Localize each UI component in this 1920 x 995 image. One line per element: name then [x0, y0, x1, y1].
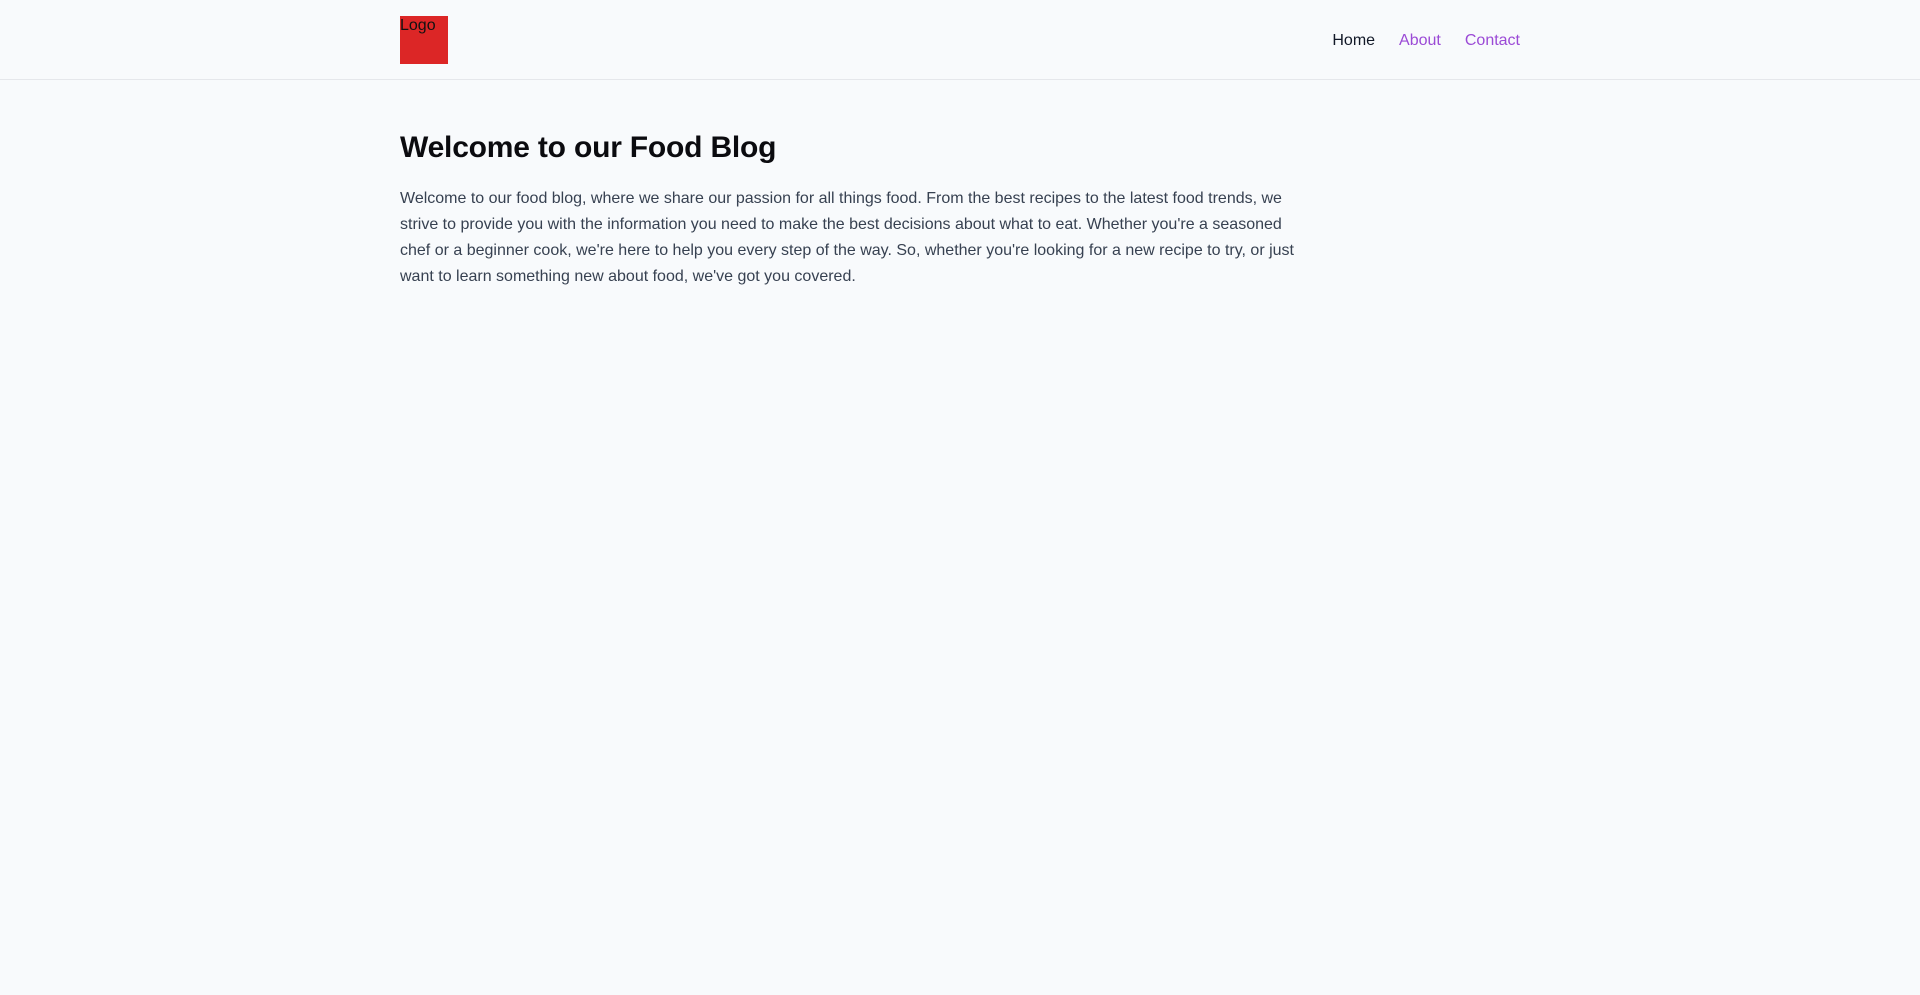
site-header: Logo Home About Contact: [0, 0, 1920, 80]
intro-paragraph: Welcome to our food blog, where we share…: [400, 190, 1294, 285]
page-title: Welcome to our Food Blog: [400, 131, 777, 164]
nav-link-about[interactable]: About: [1399, 30, 1441, 52]
nav-link-contact[interactable]: Contact: [1465, 30, 1520, 52]
main-content: Welcome to our Food Blog Welcome to our …: [400, 128, 1300, 290]
nav-link-home[interactable]: Home: [1332, 30, 1375, 52]
logo[interactable]: Logo: [400, 16, 448, 64]
main-nav: Home About Contact: [1332, 30, 1520, 52]
